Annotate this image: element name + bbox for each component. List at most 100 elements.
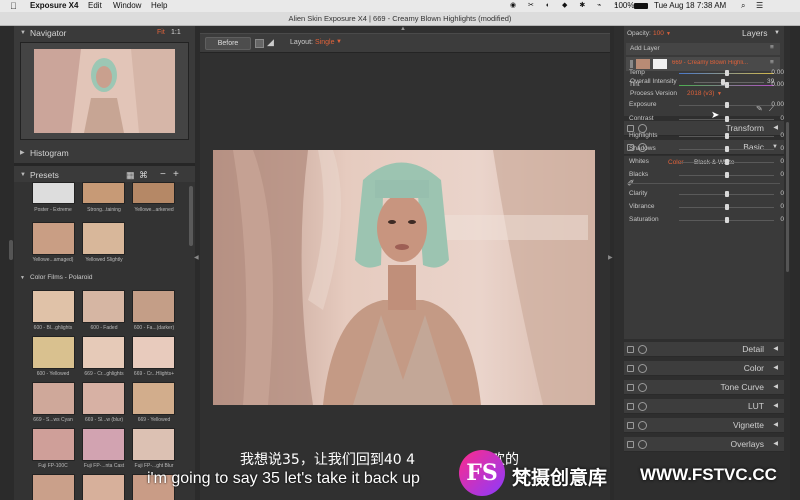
collapse-all-icon[interactable]: ⌘ [139, 168, 148, 182]
collapse-triangle-icon[interactable]: ▼ [20, 26, 26, 40]
reset-icon[interactable] [638, 421, 647, 430]
slider-value[interactable]: 0 [756, 171, 784, 178]
detail-section[interactable]: Detail ◀ [624, 342, 784, 357]
layout-dropdown[interactable]: Single [315, 39, 334, 46]
vignette-section[interactable]: Vignette ◀ [624, 418, 784, 433]
preset-thumb[interactable] [82, 382, 125, 415]
navigator-preview[interactable] [20, 42, 189, 140]
slider-knob[interactable] [724, 146, 729, 152]
slider-knob[interactable] [724, 102, 729, 108]
slider-value[interactable]: 0 [756, 216, 784, 223]
search-icon[interactable]: ⌕ [741, 0, 745, 12]
reset-icon[interactable] [638, 383, 647, 392]
reset-icon[interactable] [638, 440, 647, 449]
preset-thumb[interactable] [132, 182, 175, 204]
slider-value[interactable]: 0 [756, 190, 784, 197]
collapse-triangle-icon[interactable]: ▼ [20, 271, 25, 285]
slider-value[interactable]: 0 [756, 158, 784, 165]
process-version-dropdown[interactable]: 2018 (v3) [687, 90, 714, 97]
app-menu[interactable]: Exposure X4 [30, 0, 78, 12]
opacity-value[interactable]: 100 [653, 30, 664, 37]
main-photo[interactable] [213, 150, 595, 405]
compare-toggle[interactable] [255, 39, 264, 48]
preset-thumb[interactable] [32, 382, 75, 415]
slider-knob[interactable] [724, 191, 729, 197]
overall-intensity-slider[interactable] [694, 79, 764, 85]
presets-header[interactable]: ▼ Presets ▦ ⌘ − + [14, 168, 195, 182]
preset-thumb[interactable] [132, 428, 175, 461]
preset-group-header[interactable]: ▼ Color Films - Polaroid [14, 271, 195, 285]
remove-preset-icon[interactable]: − [160, 168, 166, 182]
reset-icon[interactable] [638, 345, 647, 354]
slider-knob[interactable] [724, 217, 729, 223]
scrollbar[interactable] [189, 186, 193, 246]
preset-thumb[interactable] [132, 382, 175, 415]
reset-icon[interactable] [638, 402, 647, 411]
slider-knob[interactable] [724, 82, 729, 88]
menu-window[interactable]: Window [113, 0, 141, 12]
preset-thumb[interactable] [82, 336, 125, 369]
before-button[interactable]: Before [205, 37, 251, 50]
slider-value[interactable]: 0.00 [756, 81, 784, 88]
slider-value[interactable]: 0 [756, 132, 784, 139]
preset-thumb[interactable] [82, 428, 125, 461]
layer-visibility-icon[interactable] [630, 60, 633, 68]
chevron-down-icon[interactable]: ▼ [336, 39, 342, 45]
apple-icon[interactable]:  [10, 0, 17, 12]
chevron-down-icon[interactable]: ▼ [774, 30, 780, 36]
menu-icon[interactable]: ≡ [770, 59, 774, 66]
lut-section[interactable]: LUT ◀ [624, 399, 784, 414]
left-panel-toggle[interactable]: ◀ [194, 254, 199, 264]
reset-icon[interactable] [638, 364, 647, 373]
preset-thumb[interactable] [32, 222, 75, 255]
slider-value[interactable]: 0 [756, 115, 784, 122]
add-preset-icon[interactable]: + [173, 168, 179, 182]
menu-list-icon[interactable]: ☰ [756, 0, 763, 12]
expand-triangle-icon[interactable]: ▶ [20, 146, 25, 160]
preset-thumb[interactable] [32, 182, 75, 204]
visibility-icon[interactable] [627, 403, 634, 410]
right-scrollbar[interactable] [786, 122, 789, 272]
preset-thumb[interactable] [132, 290, 175, 323]
slider-value[interactable]: 0 [756, 203, 784, 210]
chevron-down-icon[interactable]: ▼ [717, 91, 722, 97]
preset-thumb[interactable] [82, 182, 125, 204]
visibility-icon[interactable] [627, 365, 634, 372]
visibility-icon[interactable] [627, 441, 634, 448]
preset-thumb[interactable] [82, 290, 125, 323]
preset-thumb[interactable] [32, 336, 75, 369]
color-section[interactable]: Color ◀ [624, 361, 784, 376]
top-collapse-arrow[interactable]: ▲ [400, 26, 406, 32]
slider-value[interactable]: 0 [756, 145, 784, 152]
navigator-header[interactable]: ▼ Navigator Fit 1:1 [14, 26, 195, 40]
preset-thumb[interactable] [132, 336, 175, 369]
preset-thumb[interactable] [82, 474, 125, 500]
brush-compare-icon[interactable]: ◢ [267, 37, 274, 48]
visibility-icon[interactable] [627, 422, 634, 429]
grid-view-icon[interactable]: ▦ [126, 168, 135, 182]
chevron-down-icon[interactable]: ▼ [666, 31, 671, 37]
fit-button[interactable]: Fit [157, 26, 165, 40]
slider-knob[interactable] [724, 116, 729, 122]
slider-knob[interactable] [724, 159, 729, 165]
add-layer-button[interactable]: Add Layer ≡ [626, 43, 780, 55]
preset-thumb[interactable] [32, 290, 75, 323]
visibility-icon[interactable] [627, 384, 634, 391]
preset-thumb[interactable] [32, 474, 75, 500]
right-panel-toggle[interactable]: ▶ [608, 254, 613, 264]
slider-value[interactable]: 0.00 [756, 69, 784, 76]
slider-knob[interactable] [724, 133, 729, 139]
preset-thumb[interactable] [32, 428, 75, 461]
one-to-one-button[interactable]: 1:1 [171, 26, 181, 40]
menu-icon[interactable]: ≡ [770, 44, 774, 51]
slider-knob[interactable] [724, 172, 729, 178]
tone-curve-section[interactable]: Tone Curve ◀ [624, 380, 784, 395]
slider-value[interactable]: 0.00 [756, 101, 784, 108]
slider-knob[interactable] [724, 70, 729, 76]
collapse-triangle-icon[interactable]: ▼ [20, 168, 26, 182]
menu-help[interactable]: Help [151, 0, 167, 12]
left-edge-handle[interactable] [9, 240, 13, 260]
visibility-icon[interactable] [627, 346, 634, 353]
visibility-icon[interactable] [627, 125, 634, 132]
menu-edit[interactable]: Edit [88, 0, 102, 12]
